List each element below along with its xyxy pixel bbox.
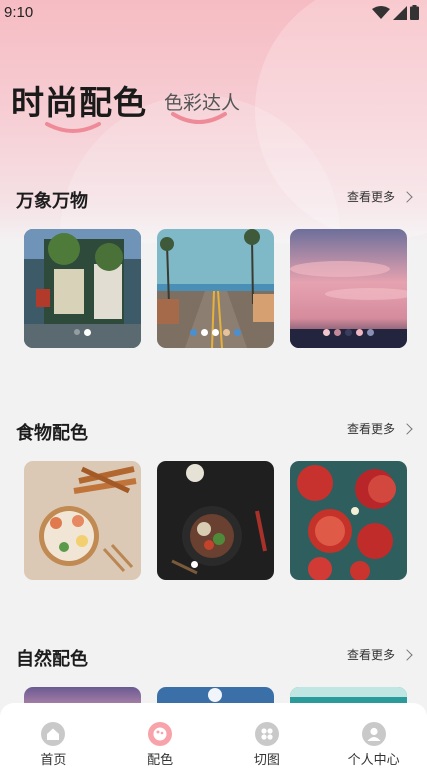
carousel-dot <box>356 329 363 336</box>
carousel-dot <box>223 329 230 336</box>
status-time: 9:10 <box>4 4 34 21</box>
nav-item-home[interactable]: 首页 <box>0 703 107 774</box>
chevron-right-icon <box>401 422 413 435</box>
more-button-things[interactable]: 查看更多 <box>346 188 413 205</box>
nav-item-profile[interactable]: 个人中心 <box>320 703 427 774</box>
more-label: 查看更多 <box>346 422 395 436</box>
more-label: 查看更多 <box>346 648 395 662</box>
carousel-dot <box>234 329 241 336</box>
carousel-dots <box>157 329 274 336</box>
image-card-pink-sky[interactable] <box>290 229 407 348</box>
signal-icon <box>393 6 407 20</box>
carousel-dot <box>201 329 208 336</box>
nav-label: 配色 <box>147 753 174 768</box>
more-button-food[interactable]: 查看更多 <box>346 420 413 437</box>
carousel-dot <box>367 329 374 336</box>
carousel-dot <box>345 329 352 336</box>
section-title-things: 万象万物 <box>16 191 88 212</box>
more-button-nature[interactable]: 查看更多 <box>346 646 413 663</box>
nav-item-palette[interactable]: 配色 <box>107 703 214 774</box>
image-card-food-bowl[interactable] <box>24 461 141 580</box>
chevron-right-icon <box>401 190 413 203</box>
grid-icon <box>254 722 279 746</box>
carousel-dots <box>24 329 141 336</box>
home-icon <box>41 722 66 746</box>
more-label: 查看更多 <box>346 190 395 204</box>
carousel-dot <box>74 329 80 335</box>
nav-label: 首页 <box>40 753 67 768</box>
carousel-dot <box>323 329 330 336</box>
page-title: 时尚配色 <box>11 83 147 122</box>
battery-icon <box>410 5 419 20</box>
image-card-street-shop[interactable] <box>24 229 141 348</box>
bottom-nav: 首页 配色 切图 个人中心 <box>0 703 427 774</box>
carousel-dot <box>190 329 197 336</box>
nav-label: 切图 <box>253 753 280 768</box>
carousel-dot <box>191 561 198 568</box>
section-title-nature: 自然配色 <box>16 649 88 670</box>
nav-label: 个人中心 <box>347 753 400 768</box>
image-card-strawberry-tarts[interactable] <box>290 461 407 580</box>
image-card-palm-street[interactable] <box>157 229 274 348</box>
image-card-dark-plate[interactable] <box>157 461 274 580</box>
tab-underline <box>171 112 227 124</box>
carousel-dot <box>334 329 341 336</box>
user-icon <box>361 722 386 746</box>
carousel-dots <box>157 561 274 568</box>
nav-item-slice[interactable]: 切图 <box>214 703 321 774</box>
status-bar: 9:10 <box>0 0 427 28</box>
chevron-right-icon <box>401 648 413 661</box>
section-title-food: 食物配色 <box>16 423 88 444</box>
palette-icon <box>148 722 173 746</box>
carousel-dot <box>84 329 91 336</box>
carousel-dots <box>290 329 407 336</box>
wifi-icon <box>372 6 390 19</box>
title-underline <box>45 122 101 133</box>
carousel-dot <box>212 329 219 336</box>
